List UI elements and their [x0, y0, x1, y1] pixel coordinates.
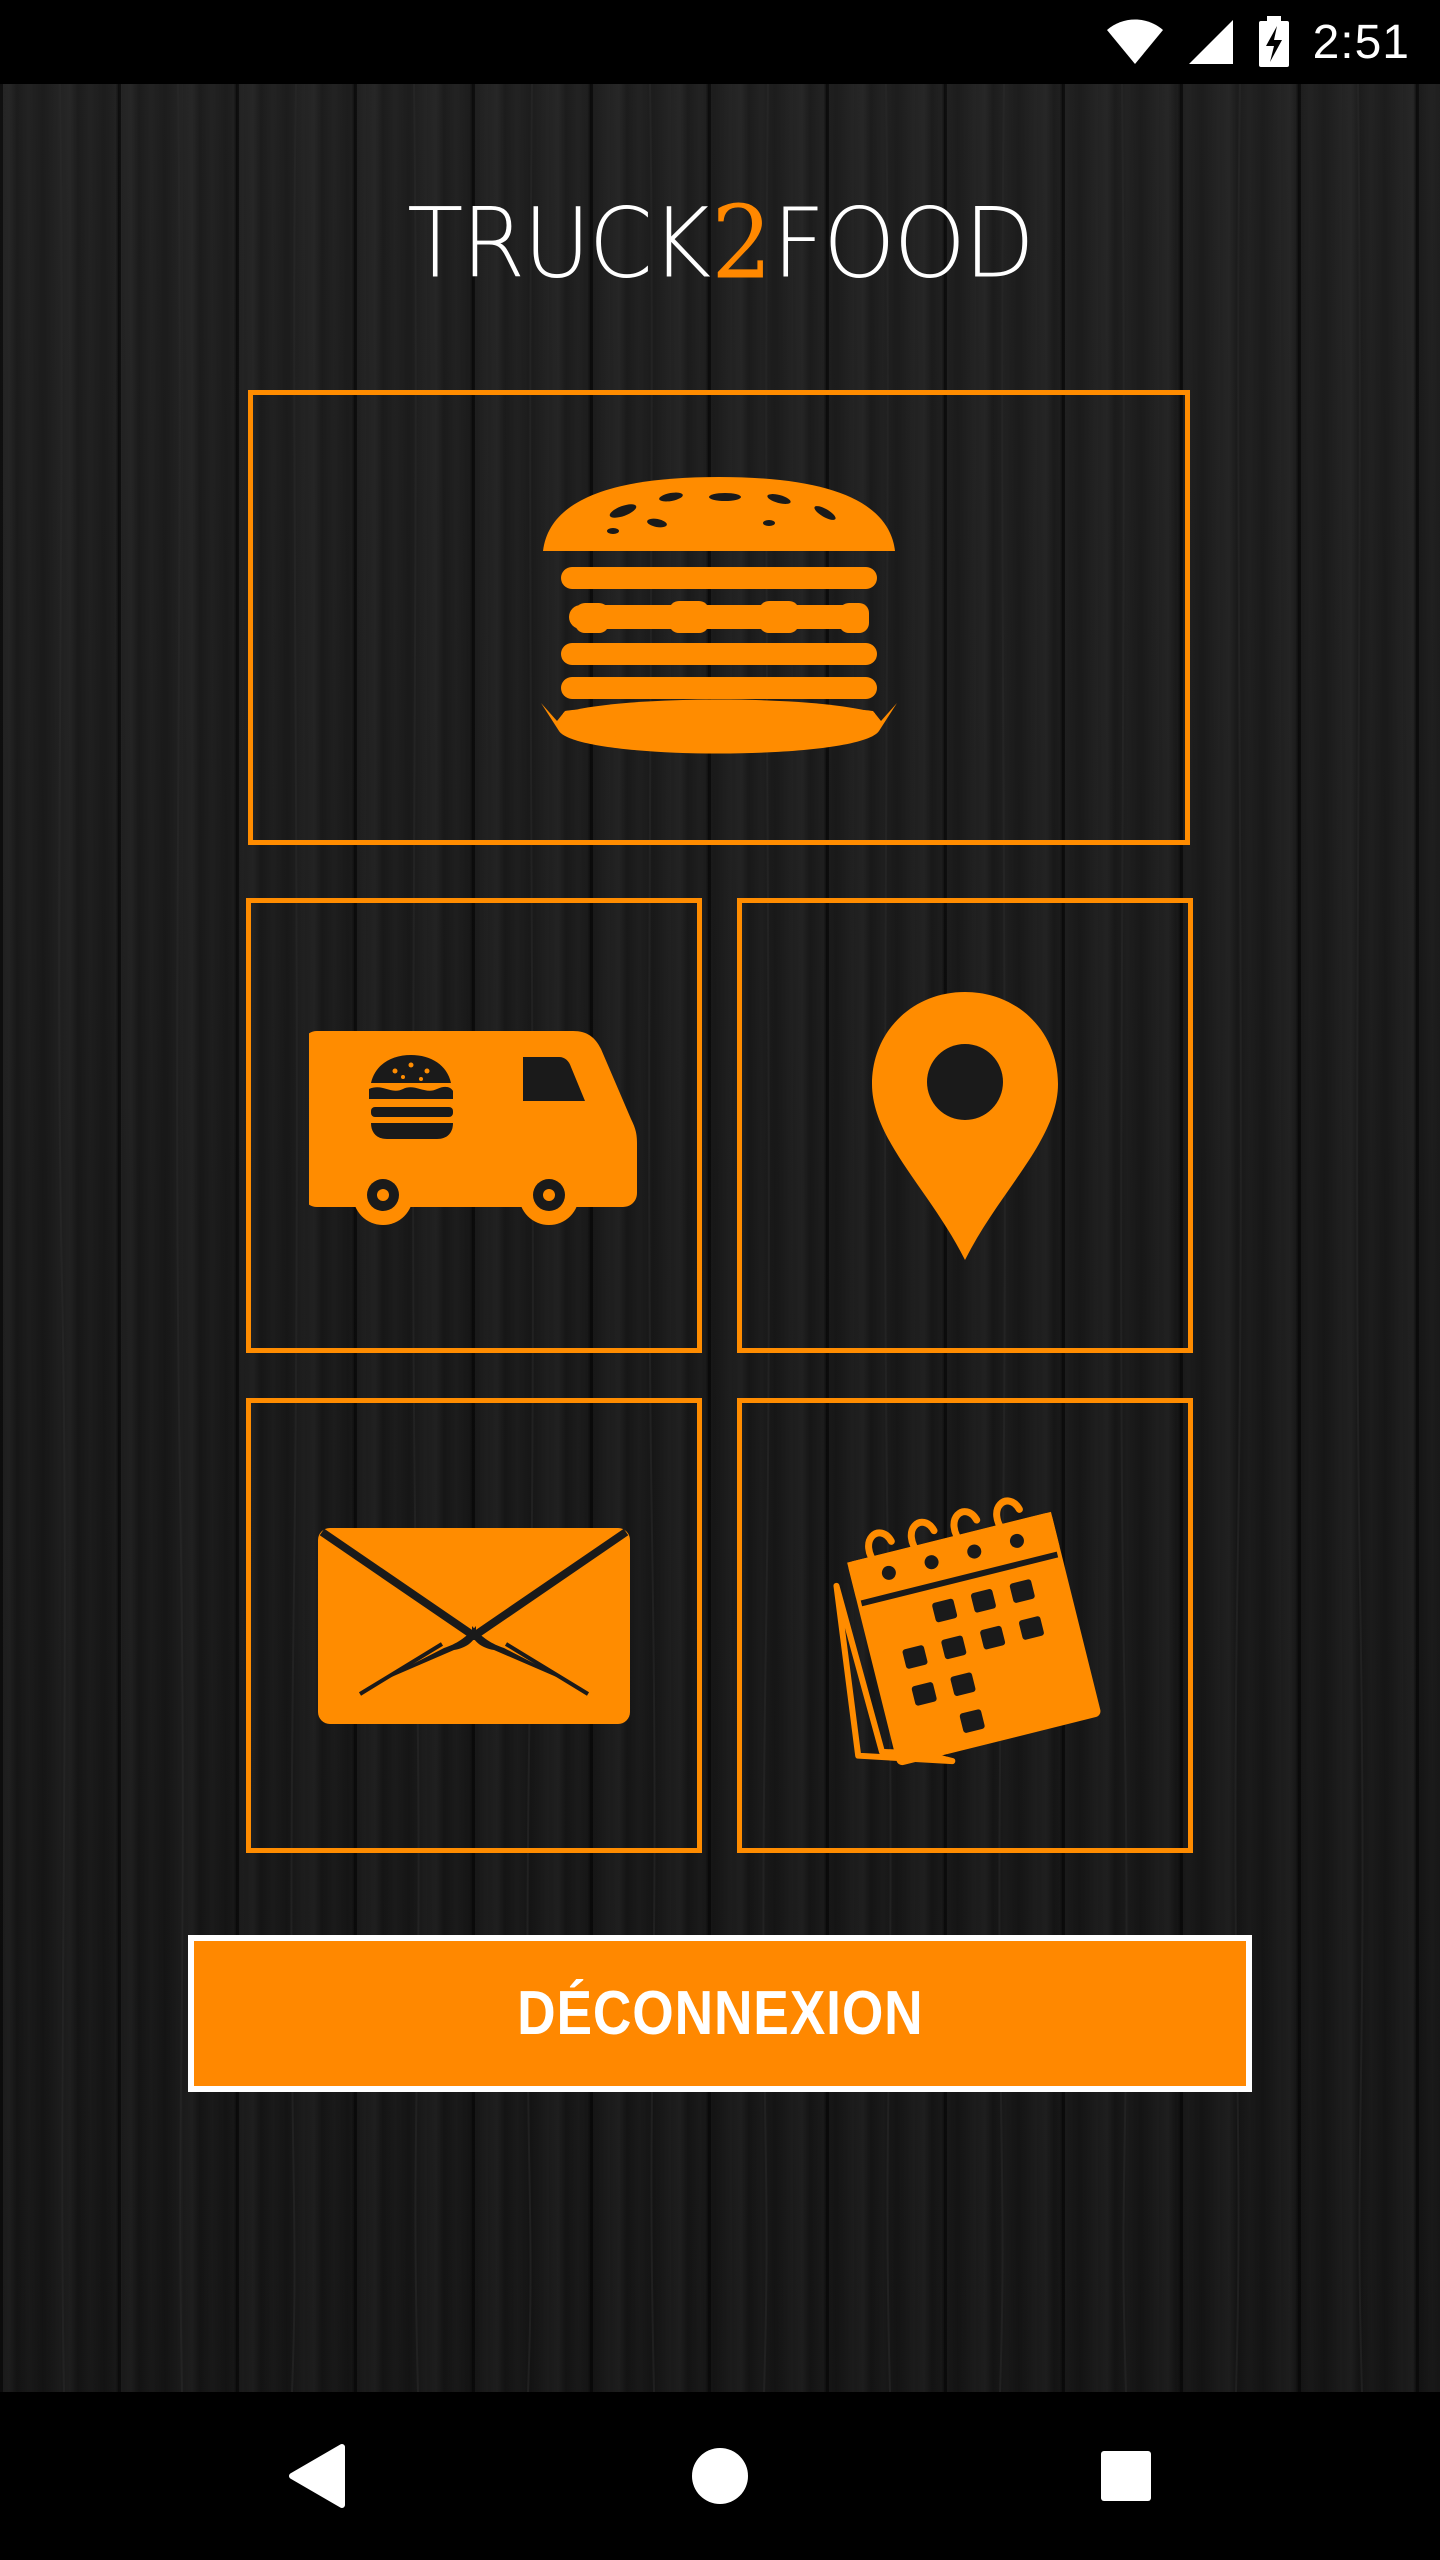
location-tile-button[interactable]: [737, 898, 1193, 1353]
system-navigation-bar: [0, 2392, 1440, 2560]
menu-tile-button[interactable]: [248, 390, 1190, 845]
app-logo: TRUCK 2 FOOD: [407, 184, 1035, 302]
logo-text-two: 2: [711, 184, 772, 302]
status-bar: 2:51: [0, 0, 1440, 84]
calendar-tile-button[interactable]: [737, 1398, 1193, 1853]
contact-tile-button[interactable]: [246, 1398, 702, 1853]
back-button[interactable]: [256, 2416, 376, 2536]
cell-signal-icon: [1188, 20, 1233, 64]
food-trucks-tile-button[interactable]: [246, 898, 702, 1353]
home-icon: [692, 2448, 748, 2504]
wifi-icon: [1106, 19, 1163, 64]
status-time: 2:51: [1312, 15, 1410, 69]
calendar-icon: [833, 1497, 1101, 1765]
back-icon: [289, 2444, 345, 2508]
screen: 2:51 TRUCK 2 FOOD DÉCONNEXION: [0, 0, 1440, 2560]
logout-button[interactable]: DÉCONNEXION: [188, 1935, 1252, 2092]
status-icons: 2:51: [1105, 0, 1410, 84]
home-button[interactable]: [660, 2416, 780, 2536]
burger-icon: [541, 476, 897, 753]
food-truck-icon: [309, 1030, 637, 1225]
logo-text-truck: TRUCK: [407, 186, 711, 300]
envelope-icon: [318, 1527, 630, 1724]
battery-charging-icon: [1258, 16, 1289, 67]
recents-icon: [1101, 2451, 1151, 2501]
logout-button-label: DÉCONNEXION: [516, 1979, 924, 2048]
logo-text-food: FOOD: [772, 186, 1035, 300]
recents-button[interactable]: [1066, 2416, 1186, 2536]
location-pin-icon: [872, 991, 1058, 1260]
